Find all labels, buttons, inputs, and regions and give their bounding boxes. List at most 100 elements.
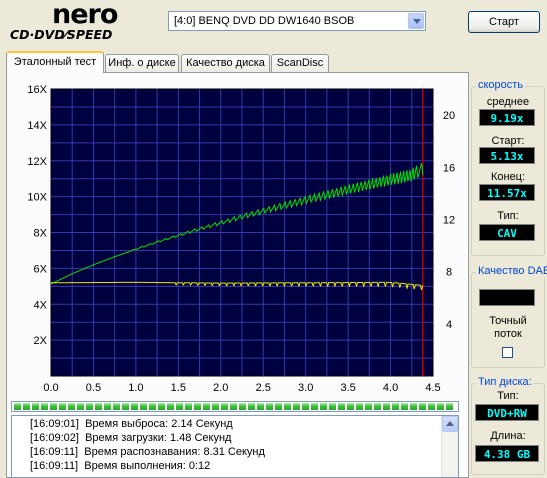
y-right-tick-label: 4 bbox=[446, 319, 452, 331]
y-left-tick-label: 14X bbox=[27, 120, 47, 132]
progress-segment bbox=[41, 403, 48, 410]
progress-segment bbox=[104, 403, 111, 410]
nero-logo: nero CD·DVD⁄SPEED bbox=[8, 0, 158, 48]
x-tick-label: 3.0 bbox=[298, 382, 313, 394]
y-right-tick-label: 16 bbox=[443, 162, 455, 174]
progress-segment bbox=[428, 403, 435, 410]
log-row: [16:09:11] Время распознавания: 8.31 Сек… bbox=[30, 446, 265, 458]
progress-segment bbox=[131, 403, 138, 410]
progress-segment bbox=[356, 403, 363, 410]
disc-type-value: DVD+RW bbox=[475, 404, 539, 421]
progress-segment bbox=[32, 403, 39, 410]
progress-segment bbox=[446, 403, 453, 410]
progress-segment bbox=[383, 403, 390, 410]
disc-length-label: Длина: bbox=[490, 430, 526, 442]
progress-segment bbox=[239, 403, 246, 410]
x-tick-label: 1.0 bbox=[128, 382, 143, 394]
disc-group-title: Тип диска: bbox=[476, 376, 534, 388]
avg-speed-value: 9.19x bbox=[479, 109, 535, 126]
log-time: [16:09:02] bbox=[30, 432, 79, 444]
progress-segment bbox=[158, 403, 165, 410]
log-list[interactable]: [16:09:01] Время выброса: 2.14 Секунд [1… bbox=[11, 415, 459, 478]
y-right-tick-label: 12 bbox=[443, 214, 455, 226]
speed-type-label: Тип: bbox=[497, 210, 519, 222]
progress-segment bbox=[338, 403, 345, 410]
progress-segment bbox=[194, 403, 201, 410]
progress-segment bbox=[50, 403, 57, 410]
x-tick-label: 4.0 bbox=[383, 382, 398, 394]
drive-select[interactable]: [4:0] BENQ DVD DD DW1640 BSOB bbox=[168, 11, 426, 31]
progress-segment bbox=[329, 403, 336, 410]
tab-benchmark[interactable]: Эталонный тест bbox=[6, 51, 104, 73]
benchmark-chart: 0.0 0.5 1.0 1.5 2.0 2.5 3.0 3.5 4.0 4.5 2X 4X 6X 8X 10… bbox=[27, 84, 455, 394]
y-left-tick-label: 8X bbox=[34, 228, 48, 240]
progress-segment bbox=[311, 403, 318, 410]
disc-type-label: Тип: bbox=[497, 390, 519, 402]
progress-segment bbox=[257, 403, 264, 410]
progress-segment bbox=[203, 403, 210, 410]
accurate-stream-label-1: Точный bbox=[489, 315, 527, 327]
x-tick-label: 2.5 bbox=[256, 382, 271, 394]
speed-group-title: скорость bbox=[476, 79, 526, 91]
progress-segment bbox=[68, 403, 75, 410]
log-scrollbar[interactable] bbox=[441, 416, 458, 477]
drive-select-value: [4:0] BENQ DVD DD DW1640 BSOB bbox=[174, 15, 355, 27]
progress-segment bbox=[212, 403, 219, 410]
start-button[interactable]: Старт bbox=[468, 11, 540, 33]
log-text: Время распознавания: 8.31 Секунд bbox=[84, 446, 265, 458]
log-text: Время выполнения: 0:12 bbox=[84, 460, 211, 472]
progress-segment bbox=[86, 403, 93, 410]
progress-segment bbox=[293, 403, 300, 410]
accurate-stream-label-2: поток bbox=[494, 328, 522, 340]
progress-segment bbox=[392, 403, 399, 410]
progress-segment bbox=[77, 403, 84, 410]
tab-disc-quality[interactable]: Качество диска bbox=[181, 54, 270, 72]
disc-length-value: 4.38 GB bbox=[475, 445, 539, 462]
progress-segment bbox=[374, 403, 381, 410]
progress-segment bbox=[419, 403, 426, 410]
start-speed-value: 5.13x bbox=[479, 147, 535, 164]
progress-segment bbox=[185, 403, 192, 410]
progress-segment bbox=[275, 403, 282, 410]
y-left-tick-label: 2X bbox=[34, 335, 48, 347]
x-tick-label: 0.5 bbox=[86, 382, 101, 394]
end-speed-label: Конец: bbox=[490, 171, 526, 183]
log-text: Время загрузки: 1.48 Секунд bbox=[85, 432, 232, 444]
x-tick-label: 2.0 bbox=[213, 382, 228, 394]
log-time: [16:09:01] bbox=[30, 418, 79, 430]
log-text: Время выброса: 2.14 Секунд bbox=[85, 418, 233, 430]
log-row: [16:09:01] Время выброса: 2.14 Секунд bbox=[30, 418, 233, 430]
progress-segment bbox=[14, 403, 21, 410]
progress-segment bbox=[320, 403, 327, 410]
progress-segment bbox=[176, 403, 183, 410]
x-tick-label: 1.5 bbox=[171, 382, 186, 394]
dae-group-title: Качество DAE bbox=[476, 265, 547, 277]
progress-segment bbox=[365, 403, 372, 410]
end-speed-value: 11.57x bbox=[479, 184, 535, 201]
log-row: [16:09:11] Время выполнения: 0:12 bbox=[30, 460, 210, 472]
progress-segment bbox=[284, 403, 291, 410]
chevron-down-icon[interactable] bbox=[408, 13, 424, 29]
progress-segment bbox=[230, 403, 237, 410]
progress-segment bbox=[167, 403, 174, 410]
start-speed-label: Старт: bbox=[491, 135, 525, 147]
progress-segment bbox=[410, 403, 417, 410]
progress-segment bbox=[221, 403, 228, 410]
progress-bar bbox=[11, 401, 459, 412]
y-left-tick-label: 4X bbox=[34, 299, 48, 311]
accurate-stream-checkbox[interactable] bbox=[502, 347, 513, 358]
y-left-tick-label: 10X bbox=[27, 192, 47, 204]
progress-segment bbox=[23, 403, 30, 410]
tab-disc-info[interactable]: Инф. о диске bbox=[105, 54, 179, 72]
x-tick-label: 3.5 bbox=[340, 382, 355, 394]
scroll-up-icon[interactable] bbox=[442, 416, 458, 432]
log-time: [16:09:11] bbox=[30, 446, 79, 458]
log-time: [16:09:11] bbox=[30, 460, 79, 472]
tab-scandisc[interactable]: ScanDisc bbox=[271, 54, 329, 72]
progress-segment bbox=[401, 403, 408, 410]
progress-segment bbox=[140, 403, 147, 410]
x-tick-label: 0.0 bbox=[43, 382, 58, 394]
y-right-tick-label: 8 bbox=[446, 267, 452, 279]
progress-segment bbox=[59, 403, 66, 410]
progress-segment bbox=[266, 403, 273, 410]
